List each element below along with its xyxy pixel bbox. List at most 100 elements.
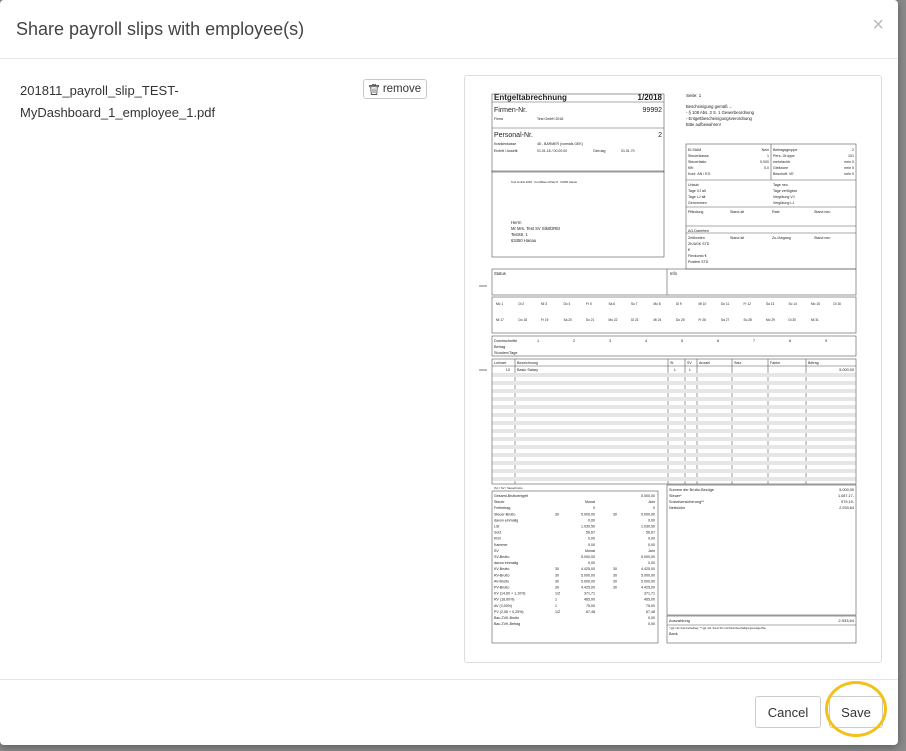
pdf-text: 5.000,00	[641, 512, 655, 516]
pdf-text: Tage LJ alt	[688, 195, 705, 199]
pdf-company-label: Firmen-Nr.	[494, 107, 527, 114]
pdf-wage-header: Lohnart	[494, 361, 506, 365]
pdf-text: 7	[753, 339, 755, 343]
pdf-text: ZK/AGK STD	[688, 242, 710, 246]
pdf-day: Sa 20	[564, 318, 573, 322]
pdf-text: (S) = SV / Steuerbrutto	[494, 486, 523, 490]
pdf-wage-header: Satz	[734, 361, 741, 365]
pdf-text: Zu-/Abgang	[772, 236, 791, 240]
pdf-text: Bank	[669, 632, 678, 636]
remove-button[interactable]: remove	[363, 79, 427, 99]
pdf-text: Monat	[585, 500, 595, 504]
cancel-button[interactable]: Cancel	[755, 696, 821, 728]
pdf-text: 371,71	[644, 592, 655, 596]
pdf-day: Sa 6	[609, 302, 616, 306]
pdf-text: 01.01.70	[621, 149, 635, 153]
pdf-text: 5	[681, 339, 683, 343]
pdf-day: Di 30	[789, 318, 797, 322]
pdf-text: Beitragsgruppe	[773, 148, 797, 152]
pdf-text: 1	[555, 598, 557, 602]
pdf-day: Mi 24	[654, 318, 662, 322]
pdf-summary-label: Gesamt-Bruttoentgelt	[494, 494, 528, 498]
file-name: 201811_payroll_slip_TEST- MyDashboard_1_…	[20, 80, 240, 124]
pdf-summary-label: LSt	[494, 525, 499, 529]
pdf-wage-cell: 5.000,00	[839, 368, 854, 372]
pdf-day: Sa 27	[721, 318, 730, 322]
pdf-text: 30	[613, 573, 617, 577]
pdf-day: Mo 22	[609, 318, 618, 322]
pdf-text: 3	[609, 339, 611, 343]
pdf-summary-label: SolZ	[494, 531, 502, 535]
pdf-text: 2	[658, 132, 662, 139]
pdf-summary-label: Kammer	[494, 543, 508, 547]
pdf-day: Mo 8	[654, 302, 661, 306]
pdf-text: 5.000,00	[581, 512, 595, 516]
pdf-text: Stand alt	[730, 210, 744, 214]
pdf-wage-header: Faktor	[770, 361, 781, 365]
pdf-text: Vergütung LJ	[773, 201, 794, 205]
pdf-text: 30	[613, 567, 617, 571]
pdf-text: Steuerklasse	[688, 154, 709, 158]
pdf-payout-label: Auszahlung	[669, 618, 690, 623]
pdf-text: Info	[670, 271, 678, 276]
pdf-day: Fr 19	[541, 318, 549, 322]
pdf-summary-label: PV-Brutto	[494, 586, 509, 590]
modal-body: 201811_payroll_slip_TEST- MyDashboard_1_…	[0, 59, 898, 679]
pdf-day: So 21	[586, 318, 595, 322]
pdf-text: 30	[555, 586, 559, 590]
pdf-text: 2	[573, 339, 575, 343]
pdf-text: 2.933,64	[839, 506, 854, 510]
pdf-text: 1	[767, 154, 769, 158]
pdf-text: Kfb	[688, 166, 693, 170]
pdf-text: 5.000,00	[839, 488, 854, 492]
pdf-sender: Test GmbH 2018 · Kurt-Blaum-Platz 8 · 63…	[511, 180, 578, 184]
pdf-text: 5.000,00	[641, 494, 655, 498]
pdf-text: 0,00	[648, 518, 655, 522]
pdf-text: 01.01.18 / 00.00.00	[537, 149, 567, 153]
trash-icon	[368, 83, 379, 95]
pdf-text: 465,00	[644, 598, 655, 602]
remove-label: remove	[382, 83, 422, 95]
pdf-text: Postfrei STD	[688, 260, 709, 264]
pdf-text: Durchschnitte	[494, 339, 517, 343]
pdf-personal-label: Personal-Nr.	[494, 132, 533, 139]
pdf-text: nein 0	[844, 172, 854, 176]
pdf-day: Di 23	[631, 318, 639, 322]
pdf-text: 0,00	[648, 616, 655, 620]
close-icon[interactable]: ×	[872, 15, 884, 35]
pdf-day: Mi 17	[496, 318, 504, 322]
pdf-footnote: * ggf. inkl. Kammerbeitrag / ** ggf. ink…	[669, 627, 766, 630]
pdf-summary-label: davon einmalig	[494, 518, 518, 522]
pdf-text: 1	[555, 604, 557, 608]
pdf-day: Fr 12	[744, 302, 752, 306]
file-name-line2: MyDashboard_1_employee_1.pdf	[20, 105, 216, 120]
payroll-slip-document: Entgeltabrechnung 1/2018 Seite: 1 Firmen-Nr…	[479, 93, 857, 644]
pdf-summary-label: RV-Brutto	[494, 573, 510, 577]
pdf-text: 4	[645, 339, 647, 343]
share-payroll-modal: Share payroll slips with employee(s) × 2…	[0, 0, 898, 745]
pdf-summary-label: PV (2,55 + 0,25%)	[494, 610, 523, 614]
pdf-text: Pfändung	[688, 210, 703, 214]
pdf-text: Stand neu	[814, 236, 830, 240]
pdf-text: Stand neu	[814, 210, 830, 214]
pdf-wage-header: Betrag	[808, 361, 819, 365]
pdf-summary-label: SV-Brutto	[494, 555, 509, 559]
pdf-text: 371,71	[584, 592, 595, 596]
pdf-summary-label: Steuer-Brutto	[494, 512, 515, 516]
pdf-day: Di 9	[676, 302, 682, 306]
pdf-address-line: Herrn	[511, 220, 522, 225]
pdf-preview[interactable]: Entgeltabrechnung 1/2018 Seite: 1 Firmen-Nr…	[464, 75, 882, 663]
pdf-text: Status	[494, 271, 506, 276]
pdf-day: Mo 15	[811, 302, 820, 306]
pdf-address-line: Mr Mrs. Test SV Stk0DREI	[511, 226, 560, 231]
pdf-text: 5.000,00	[641, 555, 655, 559]
pdf-summary-label: KiSt	[494, 537, 501, 541]
pdf-period: 1/2018	[638, 93, 663, 102]
pdf-text: 30	[555, 512, 559, 516]
pdf-text: 4.425,00	[641, 586, 655, 590]
pdf-day: Di 16	[834, 302, 842, 306]
pdf-summary-label: Bau ZVK-Brutto	[494, 616, 519, 620]
pdf-summary-label: Summe der Brutto-Bezüge	[669, 488, 714, 492]
save-button[interactable]: Save	[829, 696, 883, 728]
pdf-text: Geb.tag	[593, 149, 606, 153]
